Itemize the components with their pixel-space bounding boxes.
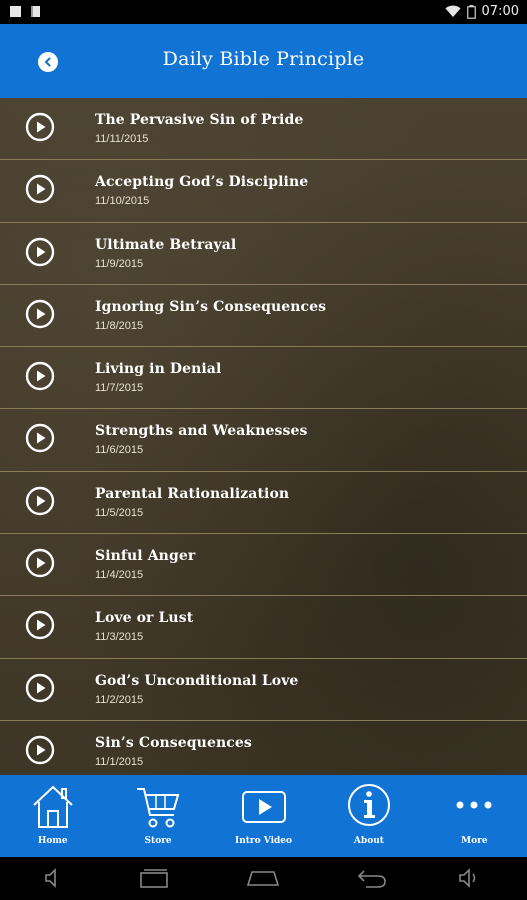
tab-home[interactable]: Home bbox=[0, 775, 105, 857]
status-bar: 07:00 bbox=[0, 0, 527, 24]
play-circle-icon[interactable] bbox=[25, 673, 55, 703]
home-icon bbox=[33, 785, 73, 828]
notification-icon bbox=[10, 6, 21, 17]
item-title: The Pervasive Sin of Pride bbox=[95, 112, 304, 128]
item-date: 11/5/2015 bbox=[95, 506, 144, 519]
list-item[interactable]: Sin’s Consequences 11/1/2015 bbox=[0, 721, 527, 775]
tab-label: Store bbox=[144, 836, 172, 846]
tab-about[interactable]: About bbox=[316, 775, 421, 857]
item-date: 11/1/2015 bbox=[95, 755, 144, 768]
volume-down-icon[interactable] bbox=[44, 867, 64, 889]
tab-label: More bbox=[461, 836, 488, 846]
home-nav-icon[interactable] bbox=[245, 867, 281, 889]
play-circle-icon[interactable] bbox=[25, 548, 55, 578]
page-title: Daily Bible Principle bbox=[162, 48, 365, 70]
play-circle-icon[interactable] bbox=[25, 735, 55, 765]
play-circle-icon[interactable] bbox=[25, 486, 55, 516]
video-play-icon bbox=[241, 791, 286, 823]
tab-store[interactable]: Store bbox=[105, 775, 210, 857]
item-title: Sin’s Consequences bbox=[95, 734, 252, 751]
item-title: Ignoring Sin’s Consequences bbox=[95, 298, 327, 315]
battery-icon bbox=[466, 4, 476, 19]
item-title: God’s Unconditional Love bbox=[95, 672, 299, 689]
tab-label: Intro Video bbox=[234, 836, 293, 846]
list-item[interactable]: Sinful Anger 11/4/2015 bbox=[0, 534, 527, 597]
list-item[interactable]: Living in Denial 11/7/2015 bbox=[0, 347, 527, 410]
tab-more[interactable]: More bbox=[422, 775, 527, 857]
back-nav-icon[interactable] bbox=[356, 867, 388, 889]
item-title: Sinful Anger bbox=[95, 548, 196, 565]
notification-icons bbox=[10, 6, 40, 17]
item-title: Ultimate Betrayal bbox=[95, 236, 237, 253]
item-date: 11/11/2015 bbox=[95, 133, 149, 145]
volume-up-icon[interactable] bbox=[458, 867, 482, 889]
item-date: 11/10/2015 bbox=[95, 195, 150, 208]
clock: 07:00 bbox=[481, 4, 519, 19]
notification-icon bbox=[31, 6, 40, 17]
item-title: Accepting God’s Discipline bbox=[95, 174, 309, 191]
tab-intro-video[interactable]: Intro Video bbox=[211, 775, 316, 857]
tab-label: Home bbox=[37, 836, 68, 846]
app-header: Daily Bible Principle bbox=[0, 24, 527, 98]
play-circle-icon[interactable] bbox=[25, 361, 55, 391]
wifi-icon bbox=[445, 5, 461, 17]
item-date: 11/8/2015 bbox=[95, 319, 144, 332]
list-item[interactable]: God’s Unconditional Love 11/2/2015 bbox=[0, 659, 527, 721]
more-dots-icon bbox=[456, 801, 492, 809]
list-item[interactable]: Parental Rationalization 11/5/2015 bbox=[0, 472, 527, 535]
list-item[interactable]: Ignoring Sin’s Consequences 11/8/2015 bbox=[0, 285, 527, 348]
item-title: Strengths and Weaknesses bbox=[95, 423, 308, 440]
item-title: Love or Lust bbox=[95, 610, 194, 627]
play-circle-icon[interactable] bbox=[25, 237, 55, 267]
item-date: 11/6/2015 bbox=[95, 444, 144, 457]
list-item[interactable]: Strengths and Weaknesses 11/6/2015 bbox=[0, 409, 527, 472]
play-circle-icon[interactable] bbox=[25, 112, 55, 142]
recent-apps-icon[interactable] bbox=[138, 867, 170, 889]
list-item[interactable]: Accepting God’s Discipline 11/10/2015 bbox=[0, 160, 527, 223]
item-date: 11/2/2015 bbox=[95, 693, 144, 706]
system-navigation-bar bbox=[0, 857, 527, 900]
play-circle-icon[interactable] bbox=[25, 174, 55, 204]
cart-icon bbox=[137, 788, 180, 828]
play-circle-icon[interactable] bbox=[25, 423, 55, 453]
list-item[interactable]: The Pervasive Sin of Pride 11/11/2015 bbox=[0, 98, 527, 161]
item-date: 11/9/2015 bbox=[95, 257, 144, 270]
status-indicators: 07:00 bbox=[445, 4, 519, 19]
list-item[interactable]: Ultimate Betrayal 11/9/2015 bbox=[0, 223, 527, 285]
play-circle-icon[interactable] bbox=[25, 299, 55, 329]
play-circle-icon[interactable] bbox=[25, 610, 55, 640]
item-date: 11/4/2015 bbox=[95, 569, 144, 582]
item-date: 11/3/2015 bbox=[95, 631, 144, 644]
tab-label: About bbox=[353, 836, 384, 846]
item-title: Parental Rationalization bbox=[95, 485, 290, 502]
item-title: Living in Denial bbox=[95, 361, 222, 378]
info-icon bbox=[347, 784, 390, 826]
item-date: 11/7/2015 bbox=[95, 382, 144, 395]
bottom-tab-bar: Home Store Intro Video About More bbox=[0, 775, 527, 857]
list-item[interactable]: Love or Lust 11/3/2015 bbox=[0, 596, 527, 659]
principle-list[interactable]: The Pervasive Sin of Pride 11/11/2015 Acce… bbox=[0, 98, 527, 775]
